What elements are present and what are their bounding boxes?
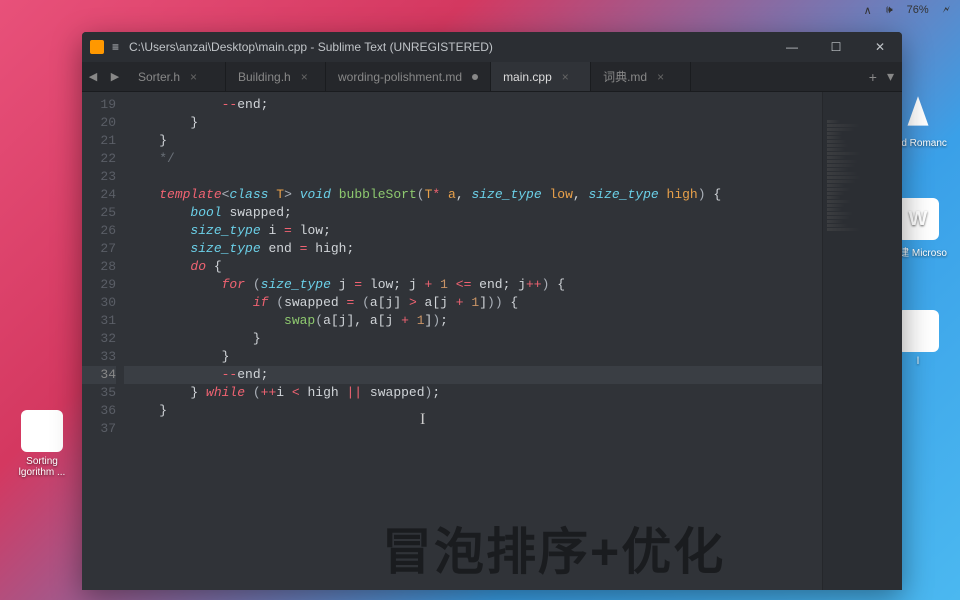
code-line[interactable]: } while (++i < high || swapped); [124,384,822,402]
word-icon: W [897,198,939,240]
line-number: 23 [82,168,116,186]
power-icon[interactable]: 🗲 [943,4,950,17]
hamburger-menu-icon[interactable]: ≡ [112,40,119,54]
tab-label: Sorter.h [138,70,180,84]
maximize-button[interactable]: ☐ [814,32,858,62]
line-number: 36 [82,402,116,420]
tab-wording-polishment-md[interactable]: wording-polishment.md [326,62,491,91]
line-number: 32 [82,330,116,348]
code-line[interactable]: } [124,330,822,348]
desktop-icon-label: l [917,356,919,367]
titlebar[interactable]: ≡ C:\Users\anzai\Desktop\main.cpp - Subl… [82,32,902,62]
line-gutter: 19202122232425262728293031323334353637 [82,92,124,590]
line-number: 21 [82,132,116,150]
nav-forward-button[interactable]: ▶ [104,62,126,91]
file-icon [21,410,63,452]
editor-area[interactable]: 19202122232425262728293031323334353637 -… [82,92,902,590]
tab-close-icon[interactable]: × [562,70,569,84]
tab----md[interactable]: 词典.md × [591,62,691,91]
tab-close-icon[interactable]: × [190,70,197,84]
minimize-button[interactable]: — [770,32,814,62]
tab-main-cpp[interactable]: main.cpp × [491,62,591,91]
window-title: C:\Users\anzai\Desktop\main.cpp - Sublim… [129,40,770,54]
code-line[interactable]: --end; [124,96,822,114]
sublime-window: ≡ C:\Users\anzai\Desktop\main.cpp - Subl… [82,32,902,590]
tab-label: wording-polishment.md [338,70,462,84]
code-line[interactable]: */ [124,150,822,168]
vlc-icon [897,92,939,134]
tab-sorter-h[interactable]: Sorter.h × [126,62,226,91]
tab-building-h[interactable]: Building.h × [226,62,326,91]
desktop-icon-sorting[interactable]: Sorting lgorithm ... [12,410,72,478]
line-number: 22 [82,150,116,168]
line-number: 35 [82,384,116,402]
code-line[interactable]: swap(a[j], a[j + 1]); [124,312,822,330]
tab-menu-button[interactable]: ▾ [887,68,894,85]
desktop-icon-label: Sorting lgorithm ... [19,456,66,478]
sublime-logo-icon [90,40,104,54]
system-tray: ∧ 🕪 76% 🗲 [854,0,960,20]
line-number: 29 [82,276,116,294]
close-button[interactable]: ✕ [858,32,902,62]
code-line[interactable]: } [124,114,822,132]
text-cursor-icon: I [420,411,425,429]
line-number: 20 [82,114,116,132]
line-number: 26 [82,222,116,240]
line-number: 27 [82,240,116,258]
line-number: 30 [82,294,116,312]
line-number: 25 [82,204,116,222]
battery-label: 76% [907,4,929,16]
tab-bar: ◀ ▶ Sorter.h × Building.h × wording-polishme… [82,62,902,92]
nav-back-button[interactable]: ◀ [82,62,104,91]
code-line[interactable]: } [124,132,822,150]
overlay-caption: 冒泡排序+优化 [382,512,725,584]
line-number: 34 [82,366,116,384]
new-tab-button[interactable]: + [869,69,877,85]
line-number: 28 [82,258,116,276]
file-icon [897,310,939,352]
tray-arrow-icon[interactable]: ∧ [864,4,872,17]
code-line[interactable]: if (swapped = (a[j] > a[j + 1])) { [124,294,822,312]
line-number: 37 [82,420,116,438]
code-line[interactable]: size_type i = low; [124,222,822,240]
line-number: 24 [82,186,116,204]
tab-label: 词典.md [603,68,647,85]
code-line[interactable]: --end; [124,366,822,384]
code-line[interactable]: template<class T> void bubbleSort(T* a, … [124,186,822,204]
code-line[interactable]: for (size_type j = low; j + 1 <= end; j+… [124,276,822,294]
tab-label: Building.h [238,70,291,84]
tab-close-icon[interactable]: × [657,70,664,84]
volume-icon[interactable]: 🕪 [886,4,893,17]
code-line[interactable]: size_type end = high; [124,240,822,258]
tab-dirty-dot-icon[interactable] [472,74,478,80]
tab-label: main.cpp [503,70,552,84]
code-line[interactable] [124,420,822,438]
code-line[interactable]: } [124,348,822,366]
code-line[interactable]: bool swapped; [124,204,822,222]
line-number: 33 [82,348,116,366]
code-line[interactable]: do { [124,258,822,276]
code-line[interactable]: } [124,402,822,420]
line-number: 19 [82,96,116,114]
line-number: 31 [82,312,116,330]
code-line[interactable] [124,168,822,186]
minimap[interactable] [822,92,902,590]
tab-close-icon[interactable]: × [301,70,308,84]
